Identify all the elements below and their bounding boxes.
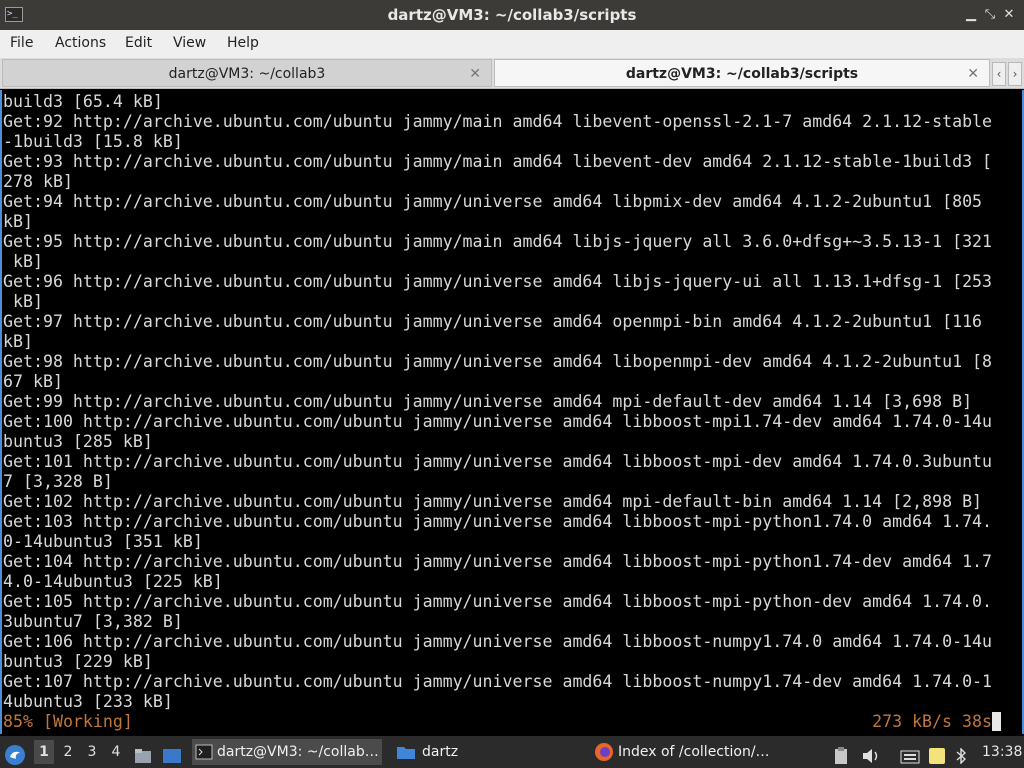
close-tab-icon[interactable]: ✕ [967, 60, 979, 88]
terminal-line: 3ubuntu7 [3,382 B] [3, 612, 183, 631]
clipboard-icon[interactable] [834, 736, 852, 768]
clock[interactable]: 13:38 [982, 736, 1022, 768]
volume-icon[interactable] [862, 736, 882, 768]
terminal-line: Get:92 http://archive.ubuntu.com/ubuntu … [3, 112, 993, 131]
tab-collab3[interactable]: dartz@VM3: ~/collab3 ✕ [2, 59, 492, 87]
tab-scroll-right-icon[interactable]: › [1008, 62, 1022, 86]
terminal-line: Get:103 http://archive.ubuntu.com/ubuntu… [3, 512, 993, 531]
terminal-line: Get:99 http://archive.ubuntu.com/ubuntu … [3, 392, 973, 411]
close-icon[interactable]: ✕ [1000, 6, 1018, 24]
menu-view[interactable]: View [173, 30, 206, 56]
terminal-line: 7 [3,328 B] [3, 472, 113, 491]
menu-edit[interactable]: Edit [125, 30, 152, 56]
terminal-line: Get:94 http://archive.ubuntu.com/ubuntu … [3, 192, 983, 211]
task-label: dartz [422, 744, 459, 760]
window-titlebar[interactable]: >_ dartz@VM3: ~/collab3/scripts ▁ ⤡ ✕ [0, 0, 1024, 30]
restore-icon[interactable]: ⤡ [981, 6, 999, 24]
terminal-line: Get:100 http://archive.ubuntu.com/ubuntu… [3, 412, 993, 431]
workspace-1[interactable]: 1 [34, 740, 54, 764]
show-desktop-icon[interactable] [162, 736, 184, 768]
tab-label: dartz@VM3: ~/collab3/scripts [625, 66, 859, 82]
terminal-line: 0-14ubuntu3 [351 kB] [3, 532, 203, 551]
terminal-line: 278 kB] [3, 172, 73, 191]
menu-help[interactable]: Help [227, 30, 259, 56]
task-label: Index of /collection/… [618, 744, 770, 760]
terminal-line: Get:101 http://archive.ubuntu.com/ubuntu… [3, 452, 993, 471]
start-menu-icon[interactable] [4, 736, 28, 768]
terminal-line: Get:97 http://archive.ubuntu.com/ubuntu … [3, 312, 983, 331]
menu-bar: File Actions Edit View Help [0, 30, 1024, 59]
apt-download-rate: 273 kB/s 38s [872, 712, 992, 731]
task-file-manager[interactable]: dartz [392, 739, 572, 765]
terminal-line: kB] [3, 252, 43, 271]
terminal-line: 4.0-14ubuntu3 [225 kB] [3, 572, 223, 591]
workspace-4[interactable]: 4 [106, 740, 126, 764]
terminal-line: buntu3 [229 kB] [3, 652, 153, 671]
terminal-view[interactable]: build3 [65.4 kB] Get:92 http://archive.u… [0, 90, 1024, 734]
terminal-line: kB] [3, 292, 43, 311]
terminal-line: Get:93 http://archive.ubuntu.com/ubuntu … [3, 152, 993, 171]
menu-file[interactable]: File [10, 30, 33, 56]
tab-bar: dartz@VM3: ~/collab3 ✕ dartz@VM3: ~/coll… [0, 58, 1024, 89]
notes-icon[interactable] [928, 736, 948, 768]
window-title: dartz@VM3: ~/collab3/scripts [387, 6, 637, 24]
tab-scripts[interactable]: dartz@VM3: ~/collab3/scripts ✕ [494, 59, 990, 87]
terminal-line: Get:106 http://archive.ubuntu.com/ubuntu… [3, 632, 993, 651]
workspace-2[interactable]: 2 [58, 740, 78, 764]
tab-scroll-left-icon[interactable]: ‹ [992, 62, 1006, 86]
close-tab-icon[interactable]: ✕ [469, 60, 481, 88]
task-label: dartz@VM3: ~/collab… [217, 744, 379, 760]
keyboard-icon[interactable] [900, 736, 920, 768]
bluetooth-icon[interactable] [956, 736, 970, 768]
file-manager-launcher-icon[interactable] [134, 736, 154, 768]
terminal-line: kB] [3, 212, 33, 231]
workspace-3[interactable]: 3 [82, 740, 102, 764]
tab-label: dartz@VM3: ~/collab3 [168, 66, 326, 82]
apt-progress-status: 85% [Working] [3, 712, 133, 731]
terminal-line: Get:96 http://archive.ubuntu.com/ubuntu … [3, 272, 993, 291]
terminal-line: Get:95 http://archive.ubuntu.com/ubuntu … [3, 232, 993, 251]
terminal-cursor [992, 712, 1001, 731]
terminal-line: Get:102 http://archive.ubuntu.com/ubuntu… [3, 492, 983, 511]
terminal-line: -1build3 [15.8 kB] [3, 132, 183, 151]
terminal-line: Get:104 http://archive.ubuntu.com/ubuntu… [3, 552, 993, 571]
minimize-icon[interactable]: ▁ [962, 6, 980, 24]
terminal-line: build3 [65.4 kB] [3, 92, 163, 111]
menu-actions[interactable]: Actions [55, 30, 106, 56]
terminal-line: kB] [3, 332, 33, 351]
terminal-line: Get:107 http://archive.ubuntu.com/ubuntu… [3, 672, 993, 691]
taskbar: 1 2 3 4 dartz@VM3: ~/collab… dartz Index… [0, 736, 1024, 768]
terminal-line: 67 kB] [3, 372, 63, 391]
terminal-line: Get:98 http://archive.ubuntu.com/ubuntu … [3, 352, 993, 371]
terminal-output: build3 [65.4 kB] Get:92 http://archive.u… [3, 92, 992, 712]
terminal-line: Get:105 http://archive.ubuntu.com/ubuntu… [3, 592, 993, 611]
terminal-line: buntu3 [285 kB] [3, 432, 153, 451]
task-terminal[interactable]: dartz@VM3: ~/collab… [192, 739, 382, 765]
task-firefox[interactable]: Index of /collection/… [592, 739, 782, 765]
terminal-line: 4ubuntu3 [233 kB] [3, 692, 173, 711]
